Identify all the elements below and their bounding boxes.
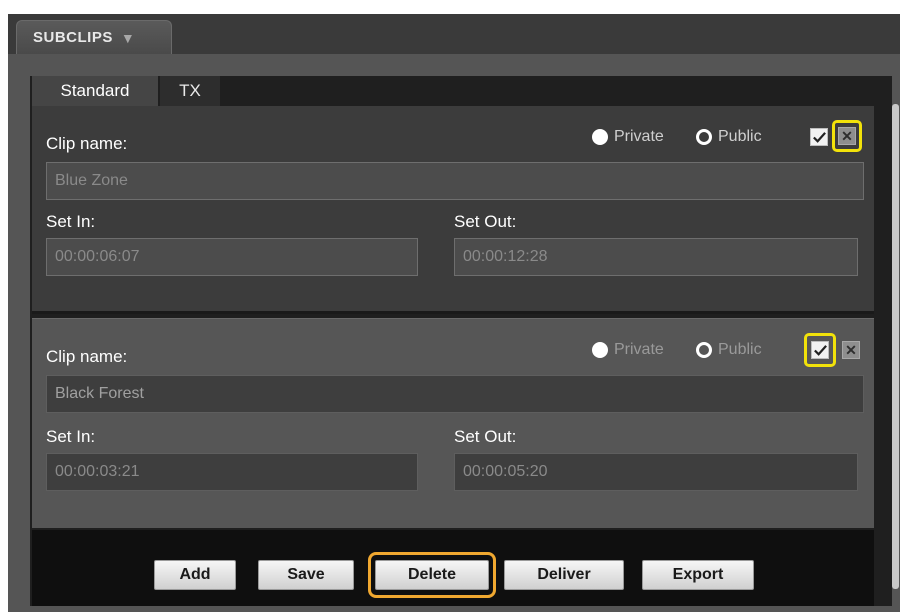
radio-private-label: Private xyxy=(614,341,664,358)
radio-public[interactable]: Public xyxy=(696,341,762,359)
subclip-checkbox[interactable] xyxy=(811,341,829,359)
radio-public[interactable]: Public xyxy=(696,128,762,146)
clip-name-field[interactable]: Black Forest xyxy=(46,375,864,413)
export-button[interactable]: Export xyxy=(642,560,754,590)
set-out-field[interactable]: 00:00:05:20 xyxy=(454,453,858,491)
set-in-label: Set In: xyxy=(46,212,96,231)
radio-private[interactable]: Private xyxy=(592,341,664,359)
subclips-panel: Standard TX Clip name: Private Public ✕ xyxy=(8,54,900,612)
add-button[interactable]: Add xyxy=(154,560,236,590)
subclip-checkbox[interactable] xyxy=(810,128,828,146)
clip-name-label: Clip name: xyxy=(46,134,128,153)
radio-private[interactable]: Private xyxy=(592,128,664,146)
panel-title: SUBCLIPS xyxy=(33,29,113,46)
clip-name-label: Clip name: xyxy=(46,347,128,366)
close-x-icon[interactable]: ✕ xyxy=(842,341,860,359)
subclip-card: Clip name: Private Public ✕ Blue Zone Se… xyxy=(32,106,874,314)
radio-private-label: Private xyxy=(614,128,664,145)
chevron-down-icon[interactable]: ▼ xyxy=(121,30,135,46)
subclips-content: Standard TX Clip name: Private Public ✕ xyxy=(30,76,892,606)
subclips-window: SUBCLIPS ▼ Standard TX Clip name: Privat… xyxy=(0,0,903,612)
radio-public-label: Public xyxy=(718,341,762,358)
set-in-label: Set In: xyxy=(46,427,96,446)
set-in-field[interactable]: 00:00:03:21 xyxy=(46,453,418,491)
clip-name-field[interactable]: Blue Zone xyxy=(46,162,864,200)
set-out-label: Set Out: xyxy=(454,427,517,446)
radio-ring-icon xyxy=(696,342,712,358)
radio-filled-icon xyxy=(592,129,608,145)
delete-button[interactable]: Delete xyxy=(375,560,489,590)
save-button[interactable]: Save xyxy=(258,560,354,590)
radio-public-label: Public xyxy=(718,128,762,145)
radio-filled-icon xyxy=(592,342,608,358)
tab-standard[interactable]: Standard xyxy=(32,76,158,106)
vertical-scrollbar[interactable] xyxy=(892,104,899,589)
set-in-field[interactable]: 00:00:06:07 xyxy=(46,238,418,276)
tab-tx[interactable]: TX xyxy=(160,76,220,106)
deliver-button[interactable]: Deliver xyxy=(504,560,624,590)
close-x-icon[interactable]: ✕ xyxy=(838,127,856,145)
set-out-field[interactable]: 00:00:12:28 xyxy=(454,238,858,276)
checkmark-icon xyxy=(813,344,827,356)
subclips-panel-tab[interactable]: SUBCLIPS ▼ xyxy=(16,20,172,54)
checkmark-icon xyxy=(812,131,826,143)
set-out-label: Set Out: xyxy=(454,212,517,231)
subclip-card: Clip name: Private Public ✕ Black Forest… xyxy=(32,318,874,528)
action-bar: Add Save Delete Deliver Export xyxy=(32,530,874,606)
radio-ring-icon xyxy=(696,129,712,145)
